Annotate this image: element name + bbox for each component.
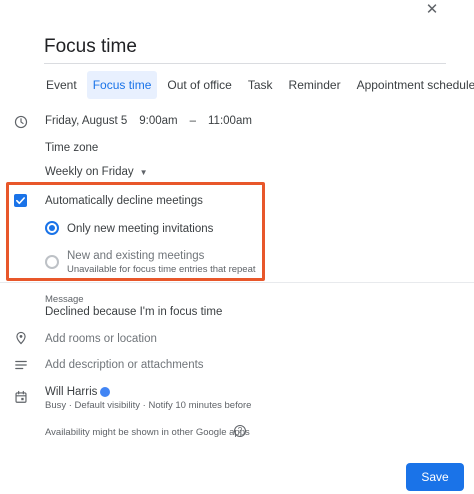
calendar-owner-name[interactable]: Will Harris (45, 385, 97, 399)
title-field[interactable]: Focus time (44, 34, 446, 64)
time-zone-link[interactable]: Time zone (45, 141, 98, 155)
clock-icon (14, 115, 28, 129)
location-input[interactable]: Add rooms or location (45, 332, 157, 346)
radio-new-and-existing (45, 255, 59, 269)
tab-out-of-office[interactable]: Out of office (161, 71, 237, 99)
radio-only-new[interactable] (45, 221, 59, 235)
event-type-tabs: Event Focus time Out of office Task Remi… (40, 71, 474, 99)
help-icon[interactable]: ? (234, 425, 246, 437)
radio-only-new-label: Only new meeting invitations (67, 223, 214, 235)
tab-reminder[interactable]: Reminder (283, 71, 347, 99)
time-separator: – (189, 115, 197, 127)
location-pin-icon (16, 331, 26, 345)
close-icon[interactable]: ✕ (424, 2, 440, 18)
decline-checkbox-label: Automatically decline meetings (45, 195, 203, 207)
tab-appointment-schedule[interactable]: Appointment schedule (351, 71, 474, 99)
tab-event[interactable]: Event (40, 71, 83, 99)
radio-new-and-existing-note: Unavailable for focus time entries that … (67, 264, 256, 275)
check-icon (16, 197, 25, 205)
description-input[interactable]: Add description or attachments (45, 358, 204, 372)
save-button[interactable]: Save (406, 463, 464, 491)
date-picker[interactable]: Friday, August 5 (45, 115, 127, 127)
start-time-picker[interactable]: 9:00am (139, 115, 177, 127)
end-time-picker[interactable]: 11:00am (208, 115, 252, 127)
radio-new-and-existing-label: New and existing meetings (67, 250, 205, 262)
calendar-color-dot (100, 387, 110, 397)
description-icon (15, 360, 27, 370)
tab-task[interactable]: Task (242, 71, 279, 99)
recurrence-dropdown[interactable]: Weekly on Friday ▼ (45, 166, 148, 178)
date-time-row: Friday, August 5 9:00am – 11:00am (45, 115, 264, 127)
page-title: Focus time (44, 36, 137, 57)
tab-focus-time[interactable]: Focus time (86, 71, 158, 99)
calendar-icon (15, 390, 27, 403)
recurrence-value: Weekly on Friday (45, 166, 134, 178)
message-input[interactable]: Declined because I'm in focus time (45, 305, 222, 319)
calendar-owner-details[interactable]: Busy · Default visibility · Notify 10 mi… (45, 399, 251, 413)
decline-checkbox[interactable] (14, 194, 27, 207)
availability-note: Availability might be shown in other Goo… (45, 427, 250, 438)
section-divider (0, 282, 474, 283)
caret-down-icon: ▼ (139, 167, 148, 177)
